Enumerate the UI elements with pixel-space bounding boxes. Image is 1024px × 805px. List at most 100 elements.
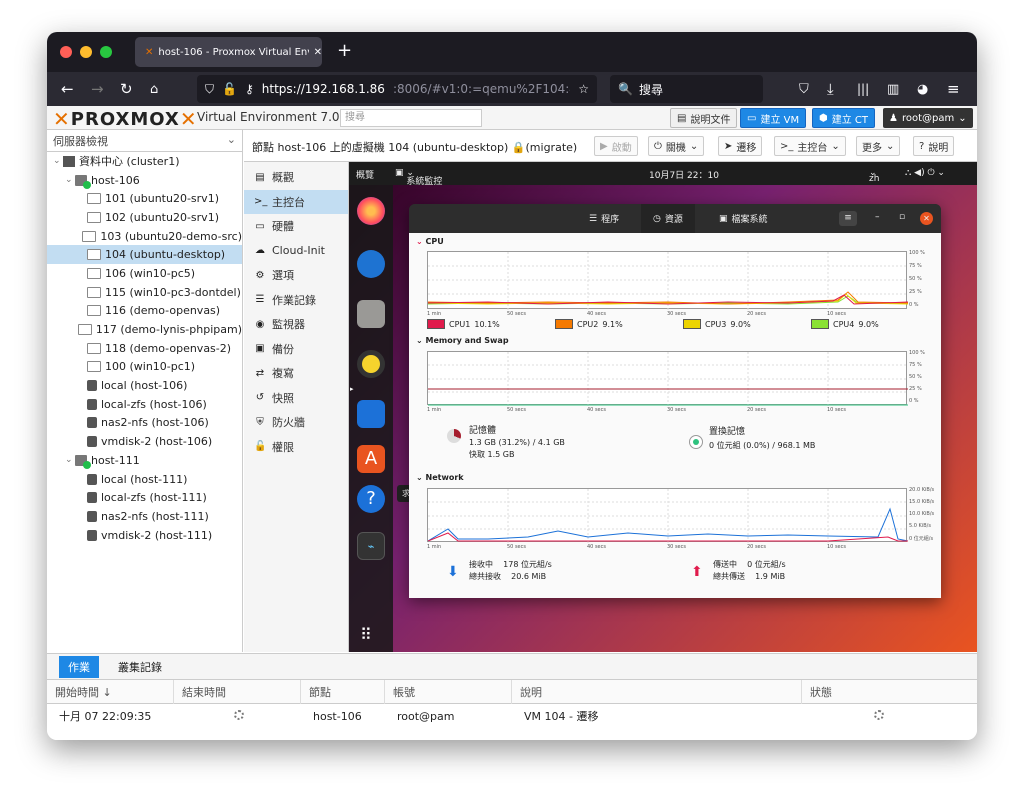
create-ct-button[interactable]: ⬢ 建立 CT [812,108,876,128]
minimize-window-button[interactable] [80,46,92,58]
tree-item-storage[interactable]: nas2-nfs (host-106) [47,414,242,433]
vm-console[interactable]: 概覽 ▣ 系統監控 ⌄ 10月7日 22：10 zh ⌄ ⛬ ◀) ⏻ ⌄ A … [349,162,977,652]
col-node[interactable]: 節點 [301,679,385,704]
menu-item[interactable]: ▣ 備份 [244,337,348,362]
expand-icon[interactable]: ⌄ [65,175,75,185]
shutdown-button[interactable]: ⏻ 關機 ⌄ [648,136,705,156]
tree-item-vm[interactable]: 106 (win10-pc5) [47,264,242,283]
tree-item-vm[interactable]: 104 (ubuntu-desktop) [47,245,242,265]
migrate-button[interactable]: ➤ 遷移 [718,136,763,156]
table-row[interactable]: 十月 07 22:09:35 host-106 root@pam VM 104 … [47,704,977,728]
tree-item-vm[interactable]: 100 (win10-pc1) [47,358,242,377]
software-center-icon[interactable]: A [357,445,385,473]
input-lang[interactable]: zh ⌄ [869,168,879,184]
files-icon[interactable] [357,300,385,328]
tree-item-storage[interactable]: local (host-111) [47,470,242,489]
tree-item-storage[interactable]: local-zfs (host-106) [47,395,242,414]
tab-cluster-log[interactable]: 叢集記錄 [109,656,171,678]
create-vm-button[interactable]: ▭ 建立 VM [740,108,807,128]
more-button[interactable]: 更多 ⌄ [856,136,901,156]
col-end-time[interactable]: 結束時間 [174,679,301,704]
system-tray-icons[interactable]: ⛬ ◀) ⏻ ⌄ [905,168,945,178]
start-button[interactable]: ▶ 啟動 [594,136,638,156]
clock[interactable]: 10月7日 22：10 [649,168,719,181]
menu-item[interactable]: 🔓 權限 [244,435,348,460]
tree-item-node[interactable]: ⌄ host-111 [47,451,242,470]
activities-button[interactable]: 概覽 [356,168,374,181]
home-icon[interactable]: ⌂ [150,72,158,106]
tab-filesystems[interactable]: ▣ 檔案系統 [707,204,780,233]
tree-item-vm[interactable]: 117 (demo-lynis-phpipam) [47,320,242,339]
menu-item[interactable]: ◉ 監視器 [244,312,348,337]
menu-item[interactable]: ⇄ 複寫 [244,361,348,386]
col-description[interactable]: 說明 [512,679,802,704]
zoom-window-button[interactable] [100,46,112,58]
memory-section-title[interactable]: ⌄ Memory and Swap [416,336,509,345]
tree-item-vm[interactable]: 101 (ubuntu20-srv1) [47,189,242,208]
hamburger-menu-icon[interactable]: ≡ [839,211,857,226]
menu-item[interactable]: ↺ 快照 [244,386,348,411]
shield-icon[interactable]: ⛉ [205,82,214,97]
browser-search[interactable]: 🔍 搜尋 [610,75,763,103]
thunderbird-icon[interactable] [357,250,385,278]
menu-item[interactable]: ▭ 硬體 [244,214,348,239]
library-icon[interactable]: ||| [857,72,869,106]
menu-item[interactable]: >_ 主控台 [244,189,348,214]
help-app-icon[interactable]: ? [357,485,385,513]
url-bar[interactable]: ⛉ 🔓 ⚷ https://192.168.1.86:8006/#v1:0:=q… [197,75,597,103]
cpu1-legend[interactable]: CPU1 10.1% [427,319,500,329]
menu-item[interactable]: ⛨ 防火牆 [244,410,348,435]
view-selector[interactable]: 伺服器檢視 ⌄ [47,130,242,152]
tree-item-vm[interactable]: 115 (win10-pc3-dontdel) [47,283,242,302]
header-search-input[interactable]: 搜尋 [340,109,482,127]
forward-icon[interactable]: → [91,72,104,106]
close-icon[interactable]: ✕ [920,212,933,225]
tree-item-storage[interactable]: nas2-nfs (host-111) [47,507,242,526]
downloads-icon[interactable]: ⤓ [827,72,834,106]
pocket-icon[interactable]: ⛉ [799,72,809,106]
col-start-time[interactable]: 開始時間 ↓ [47,679,174,704]
close-window-button[interactable] [60,46,72,58]
menu-item[interactable]: ⚙ 選項 [244,263,348,288]
tab-tasks[interactable]: 作業 [59,655,99,678]
system-monitor-icon[interactable]: ⌁ [357,532,385,560]
key-icon[interactable]: ⚷ [245,82,254,96]
help-button[interactable]: ? 說明 [913,136,955,156]
cpu-section-title[interactable]: ⌄ CPU [416,237,444,246]
cpu3-legend[interactable]: CPU3 9.0% [683,319,751,329]
menu-item[interactable]: ☰ 作業記錄 [244,288,348,313]
tree-item-datacenter[interactable]: ⌄ 資料中心 (cluster1) [47,152,242,171]
expand-icon[interactable]: ⌄ [65,455,75,465]
network-section-title[interactable]: ⌄ Network [416,473,464,482]
sidebar-icon[interactable]: ▥ [887,72,899,106]
firefox-icon[interactable] [357,197,385,225]
reload-icon[interactable]: ↻ [120,72,133,106]
back-icon[interactable]: ← [61,72,74,106]
tree-item-storage[interactable]: vmdisk-2 (host-111) [47,526,242,545]
browser-tab[interactable]: ✕ host-106 - Proxmox Virtual Envi ✕ [135,37,322,67]
close-tab-icon[interactable]: ✕ [314,47,322,58]
expand-icon[interactable]: ⌄ [53,156,63,166]
menu-item[interactable]: ☁ Cloud-Init [244,239,348,264]
user-menu-button[interactable]: ♟ root@pam ⌄ [883,108,973,128]
menu-item[interactable]: ▤ 概觀 [244,165,348,190]
tree-item-vm[interactable]: 102 (ubuntu20-srv1) [47,208,242,227]
lock-warning-icon[interactable]: 🔓 [222,82,237,96]
writer-icon[interactable] [357,400,385,428]
tree-item-storage[interactable]: local (host-106) [47,376,242,395]
menu-icon[interactable]: ≡ [947,72,960,106]
tree-item-vm[interactable]: 103 (ubuntu20-demo-src) [47,227,242,246]
maximize-icon[interactable]: ▫ [899,212,905,222]
console-button[interactable]: >_ 主控台 ⌄ [774,136,846,156]
bookmark-star-icon[interactable]: ☆ [578,82,597,96]
col-status[interactable]: 狀態 [802,680,970,704]
col-user[interactable]: 帳號 [385,679,512,704]
new-tab-button[interactable]: + [337,40,352,61]
cpu4-legend[interactable]: CPU4 9.0% [811,319,879,329]
tree-item-node[interactable]: ⌄ host-106 [47,171,242,190]
show-apps-icon[interactable]: ⠿ [360,625,373,644]
rhythmbox-icon[interactable] [357,350,385,378]
account-icon[interactable]: ◕ [917,72,928,106]
tree-item-vm[interactable]: 116 (demo-openvas) [47,302,242,321]
tree-item-storage[interactable]: vmdisk-2 (host-106) [47,432,242,451]
